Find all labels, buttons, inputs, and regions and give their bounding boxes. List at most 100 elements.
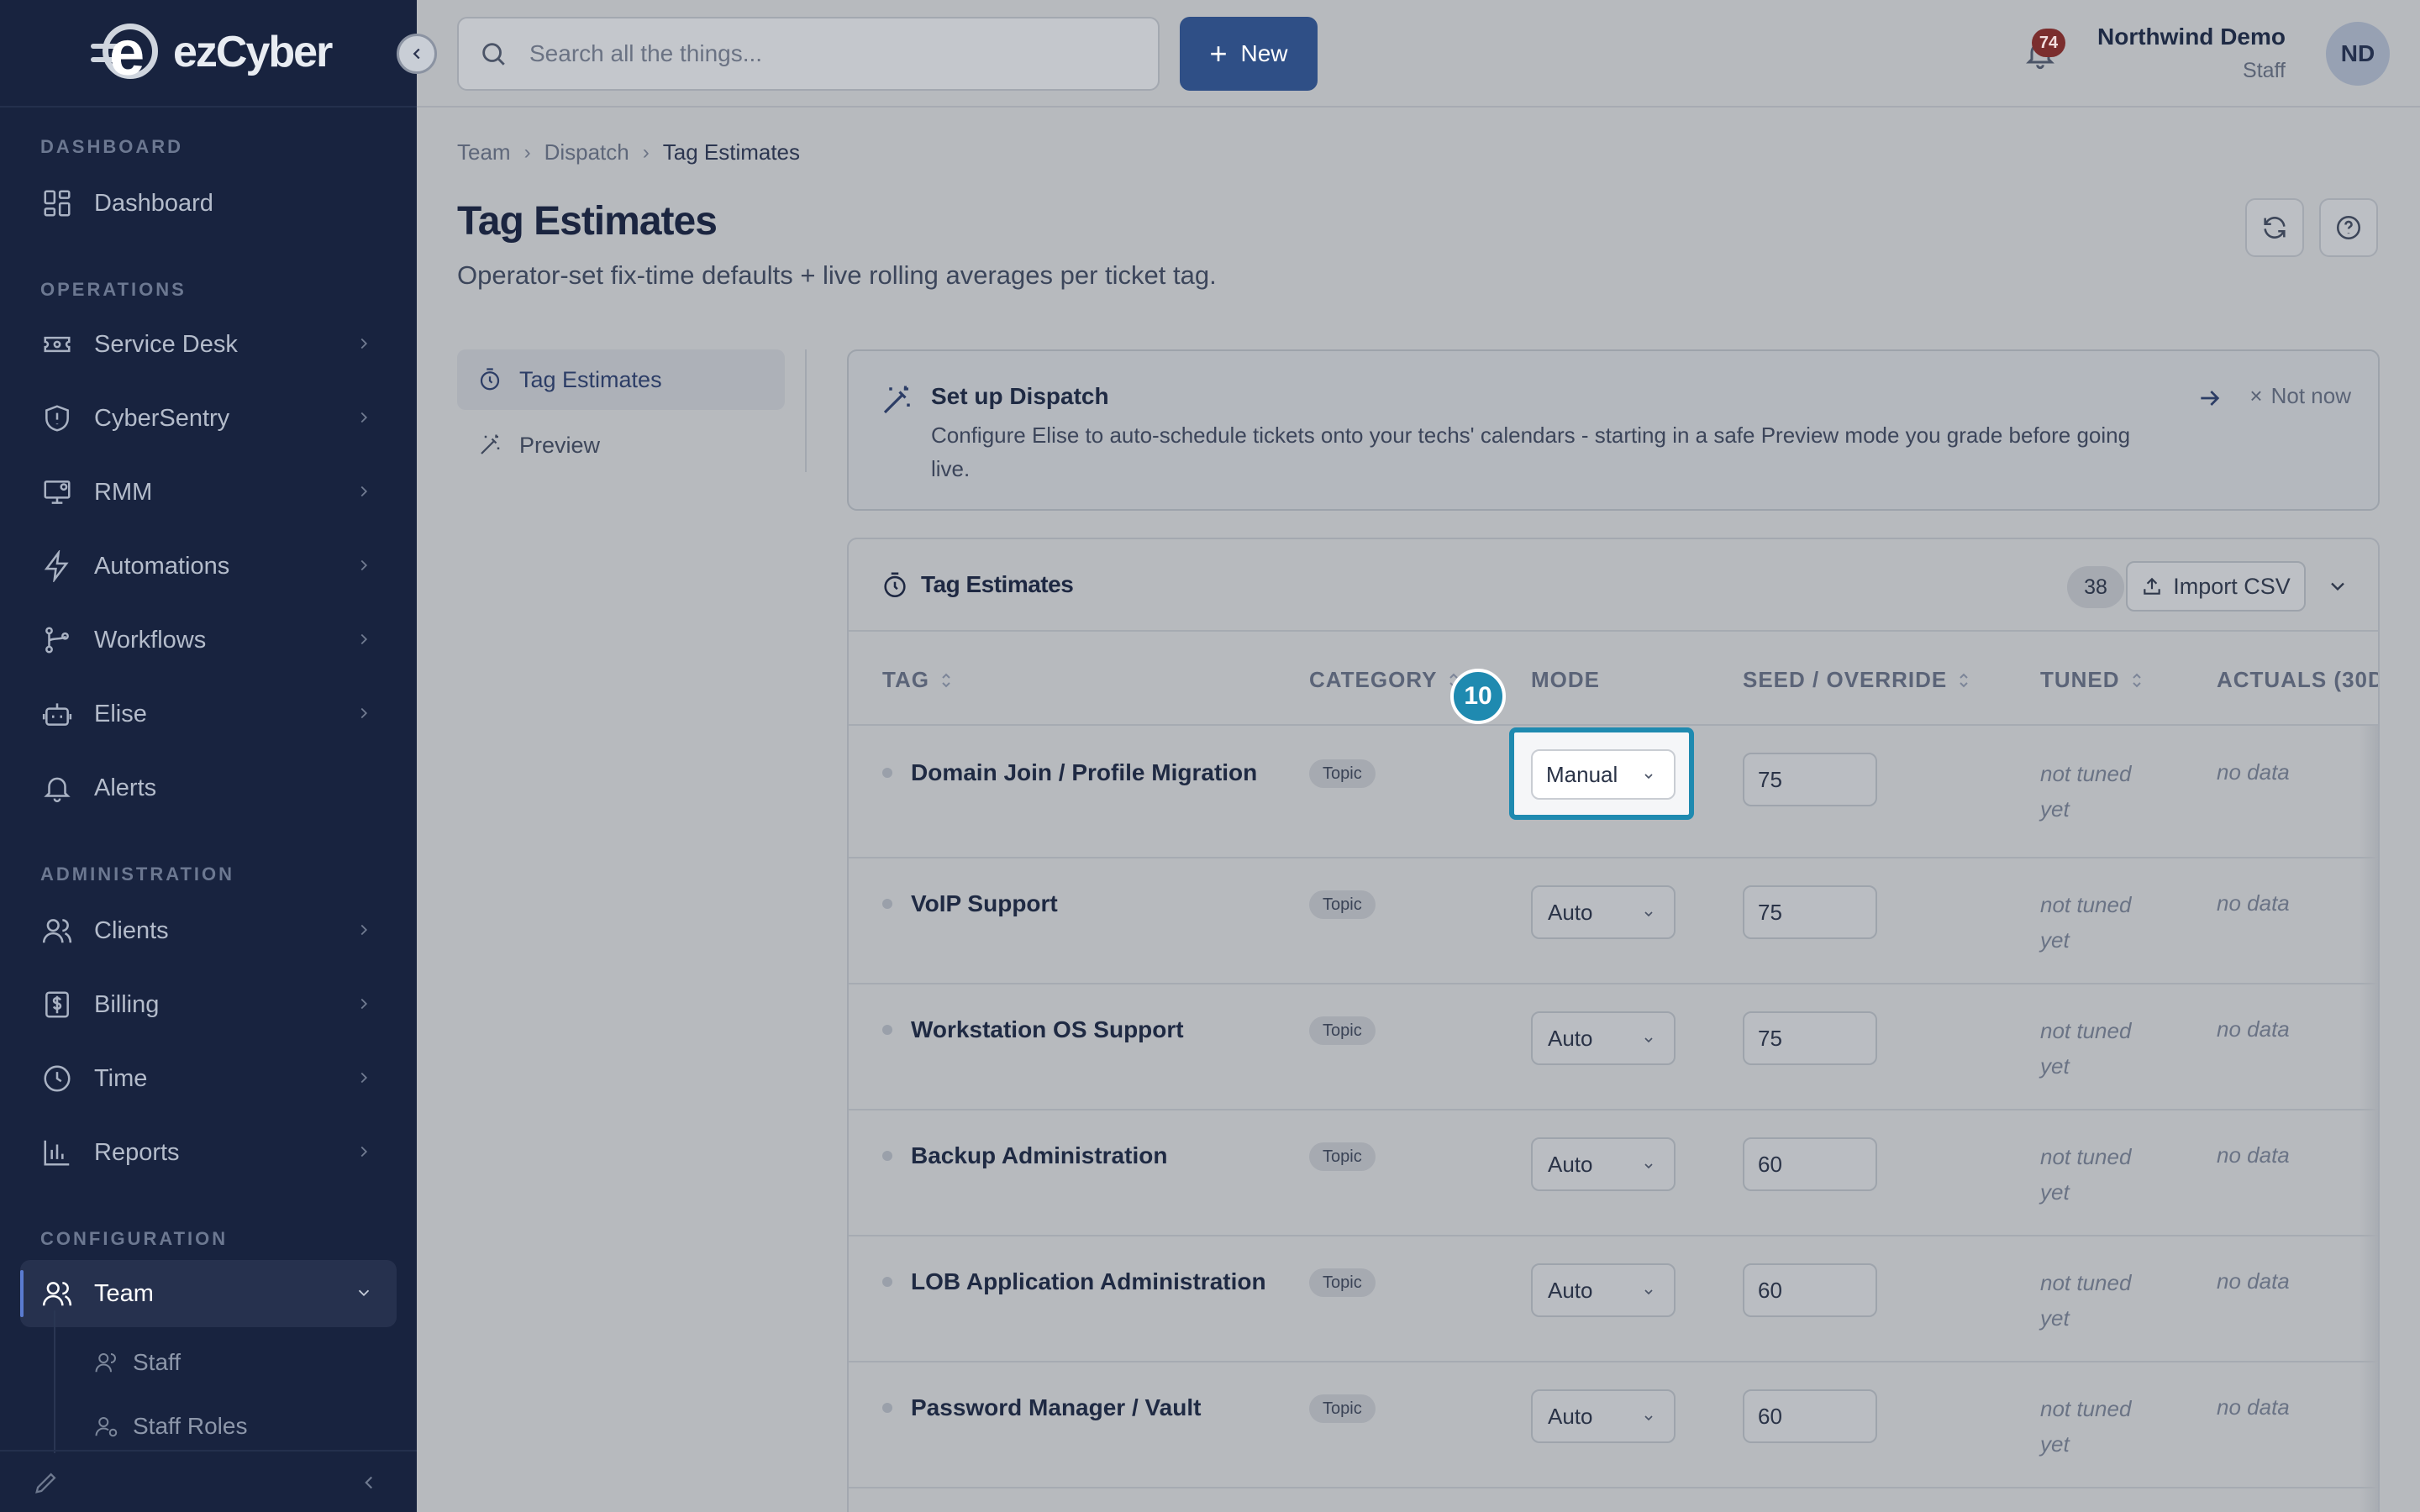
mode-select[interactable]: Auto <box>1531 885 1676 939</box>
sidebar-item-automations[interactable]: Automations <box>20 533 397 600</box>
search-input[interactable] <box>529 40 1118 67</box>
sidebar-item-label: Alerts <box>94 774 157 801</box>
column-header-tag[interactable]: TAG <box>882 667 953 693</box>
seed-override-input[interactable] <box>1743 1137 1877 1191</box>
sidebar-item-elise[interactable]: Elise <box>20 680 397 748</box>
tabs-divider <box>805 349 807 472</box>
tag-name: Backup Administration <box>911 1142 1168 1168</box>
tag-estimates-card: Tag Estimates 38 Import CSV TAG CATEGORY… <box>847 538 2380 1512</box>
table-row: VoIP Support Topic Auto not tuned yet no… <box>849 858 2378 984</box>
mode-select[interactable]: Auto <box>1531 1011 1676 1065</box>
seed-override-input[interactable] <box>1743 1389 1877 1443</box>
logo[interactable]: e ezCyber <box>91 18 333 89</box>
seed-override-input[interactable] <box>1743 1011 1877 1065</box>
user-role: Staff <box>2243 59 2286 82</box>
user-icon <box>95 1353 116 1373</box>
sidebar-item-label: Reports <box>94 1138 180 1166</box>
actuals-value: no data <box>2217 1268 2290 1294</box>
page-subtitle: Operator-set fix-time defaults + live ro… <box>457 260 1217 290</box>
sidebar-item-dashboard[interactable]: Dashboard <box>20 170 397 237</box>
not-now-button[interactable]: × Not now <box>2249 383 2351 409</box>
mode-select-manual[interactable]: Manual <box>1531 749 1676 800</box>
sidebar-item-rmm[interactable]: RMM <box>20 459 397 526</box>
mode-value: Auto <box>1548 899 1593 925</box>
help-button[interactable] <box>2319 198 2378 257</box>
not-now-label: Not now <box>2270 383 2351 408</box>
arrow-right-icon[interactable] <box>2196 385 2223 412</box>
table-row: Backup Administration Topic Auto not tun… <box>849 1110 2378 1236</box>
sidebar-item-workflows[interactable]: Workflows <box>20 606 397 674</box>
status-dot <box>882 1277 892 1287</box>
submenu-line <box>54 1310 55 1453</box>
mode-select[interactable]: Auto <box>1531 1137 1676 1191</box>
import-csv-button[interactable]: Import CSV <box>2126 561 2306 612</box>
section-operations: OPERATIONS <box>40 279 187 300</box>
magic-wand-icon <box>883 386 910 414</box>
chevron-right-icon <box>360 338 368 349</box>
page-title: Tag Estimates <box>457 199 718 244</box>
section-administration: ADMINISTRATION <box>40 864 235 885</box>
breadcrumb-separator-icon: › <box>523 140 531 164</box>
chevron-down-icon[interactable] <box>2326 575 2349 598</box>
logo-mark-icon: e <box>91 18 168 89</box>
chevron-left-icon[interactable] <box>358 1472 380 1494</box>
column-label: ACTUALS (30D <box>2217 667 2380 692</box>
actuals-value: no data <box>2217 890 2290 916</box>
breadcrumb-team[interactable]: Team <box>457 139 511 165</box>
sidebar-item-team[interactable]: Team <box>20 1260 397 1327</box>
sort-icon <box>942 673 950 687</box>
seed-override-input[interactable] <box>1743 753 1877 806</box>
mode-select[interactable]: Auto <box>1531 1263 1676 1317</box>
shield-icon <box>40 402 74 435</box>
breadcrumb-dispatch[interactable]: Dispatch <box>544 139 629 165</box>
breadcrumb-separator-icon: › <box>642 140 650 164</box>
sidebar-item-billing[interactable]: Billing <box>20 971 397 1038</box>
setup-dispatch-banner: Set up Dispatch Configure Elise to auto-… <box>847 349 2380 511</box>
user-name[interactable]: Northwind Demo <box>2097 24 2286 50</box>
chevron-right-icon <box>360 559 368 571</box>
mode-select[interactable]: Auto <box>1531 1389 1676 1443</box>
chevron-right-icon <box>360 486 368 497</box>
tuned-status: not tuned yet <box>2040 1144 2132 1205</box>
sidebar-item-clients[interactable]: Clients <box>20 897 397 964</box>
new-button[interactable]: + New <box>1180 17 1318 91</box>
column-header-seed-override[interactable]: SEED / OVERRIDE <box>1743 667 1970 693</box>
column-header-category[interactable]: CATEGORY <box>1309 667 1460 693</box>
search-box[interactable] <box>457 17 1160 91</box>
highlighted-mode-select[interactable]: Manual <box>1509 727 1694 820</box>
refresh-button[interactable] <box>2245 198 2304 257</box>
actuals-value: no data <box>2217 759 2290 785</box>
section-configuration: CONFIGURATION <box>40 1228 229 1249</box>
chevron-down-icon <box>1644 1163 1653 1169</box>
seed-override-input[interactable] <box>1743 885 1877 939</box>
pencil-icon[interactable] <box>32 1468 60 1497</box>
chevron-right-icon <box>360 1146 368 1158</box>
chevron-down-icon <box>1644 1037 1653 1043</box>
sidebar-item-alerts[interactable]: Alerts <box>20 754 397 822</box>
chevron-right-icon <box>360 1072 368 1084</box>
tab-preview[interactable]: Preview <box>457 415 785 475</box>
sidebar-subitem-staff[interactable]: Staff <box>94 1349 181 1376</box>
bar-chart-icon <box>40 1136 74 1169</box>
chevron-down-icon <box>1644 774 1653 780</box>
sidebar-item-reports[interactable]: Reports <box>20 1119 397 1186</box>
sidebar-item-cybersentry[interactable]: CyberSentry <box>20 385 397 452</box>
sidebar-subitem-staff-roles[interactable]: Staff Roles <box>94 1413 247 1440</box>
category-badge: Topic <box>1309 890 1376 919</box>
sidebar-item-time[interactable]: Time <box>20 1045 397 1112</box>
tuned-status: not tuned yet <box>2040 892 2132 953</box>
seed-override-input[interactable] <box>1743 1263 1877 1317</box>
section-dashboard: DASHBOARD <box>40 136 183 157</box>
column-header-tuned[interactable]: TUNED <box>2040 667 2144 693</box>
sidebar-item-label: Service Desk <box>94 330 238 358</box>
logo-row: e ezCyber <box>0 0 417 108</box>
status-dot <box>882 1025 892 1035</box>
sidebar-item-service-desk[interactable]: Service Desk <box>20 311 397 378</box>
breadcrumb-current: Tag Estimates <box>662 139 801 165</box>
avatar[interactable]: ND <box>2326 22 2390 86</box>
timer-icon <box>884 572 906 598</box>
tab-tag-estimates[interactable]: Tag Estimates <box>457 349 785 410</box>
sidebar-collapse-button[interactable] <box>397 34 437 74</box>
clock-icon <box>40 1062 74 1095</box>
mode-value: Auto <box>1548 1403 1593 1429</box>
